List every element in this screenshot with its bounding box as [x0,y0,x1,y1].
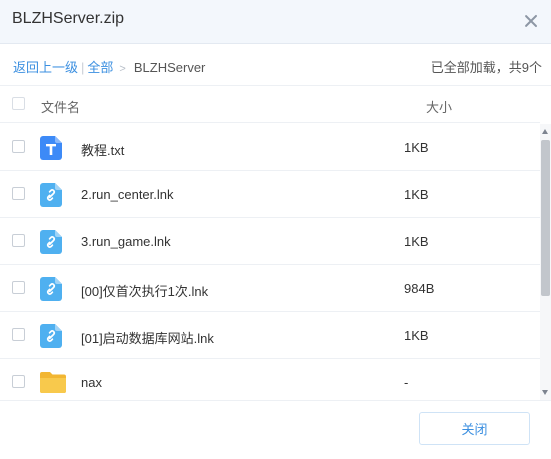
table-row[interactable]: 教程.txt 1KB [0,124,540,171]
file-name: [00]仅首次执行1次.lnk [81,284,209,299]
row-checkbox[interactable] [12,375,25,388]
row-checkbox[interactable] [12,328,25,341]
file-size: 1KB [404,140,429,155]
close-icon[interactable] [521,11,541,31]
column-header-name: 文件名 [41,100,81,115]
row-checkbox[interactable] [12,140,25,153]
breadcrumb-separator: | [81,60,85,75]
file-name: nax [81,375,102,390]
breadcrumb-current: BLZHServer [133,60,206,75]
close-button[interactable]: 关闭 [419,412,530,445]
back-link[interactable]: 返回上一级 [13,60,78,75]
breadcrumb-bar: 返回上一级 | 全部 > BLZHServer 已全部加载，共9个 [0,44,551,86]
table-row[interactable]: nax - [0,359,540,400]
all-link[interactable]: 全部 [87,60,113,75]
dialog-footer: 关闭 [0,400,551,459]
table-row[interactable]: [01]启动数据库网站.lnk 1KB [0,312,540,359]
column-header-size: 大小 [426,100,453,115]
breadcrumb: 返回上一级 | 全部 > BLZHServer [13,57,205,76]
title-bar: BLZHServer.zip [0,0,551,44]
file-name: 3.run_game.lnk [81,234,171,249]
file-size: 984B [404,281,435,296]
file-size: 1KB [404,328,429,343]
window-title: BLZHServer.zip [12,10,125,27]
folder-icon [40,371,66,396]
txt-file-icon [40,136,62,163]
file-list: 教程.txt 1KB 2.run_center.lnk 1KB 3.run_ga… [0,124,540,400]
table-row[interactable]: [00]仅首次执行1次.lnk 984B [0,265,540,312]
table-header: 文件名 大小 [0,86,540,123]
row-checkbox[interactable] [12,281,25,294]
table-row[interactable]: 2.run_center.lnk 1KB [0,171,540,218]
scroll-thumb[interactable] [541,140,550,296]
file-name: 2.run_center.lnk [81,187,174,202]
link-file-icon [40,277,62,304]
file-size: 1KB [404,187,429,202]
file-name: [01]启动数据库网站.lnk [81,331,214,346]
row-checkbox[interactable] [12,234,25,247]
vertical-scrollbar[interactable] [540,124,551,400]
row-checkbox[interactable] [12,187,25,200]
link-file-icon [40,324,62,351]
file-size: 1KB [404,234,429,249]
table-row[interactable]: 3.run_game.lnk 1KB [0,218,540,265]
scroll-down-icon[interactable] [542,390,548,395]
load-status: 已全部加载，共9个 [430,60,542,75]
link-file-icon [40,183,62,210]
file-size: - [404,375,409,390]
breadcrumb-arrow: > [119,63,126,75]
select-all-checkbox[interactable] [12,97,25,110]
link-file-icon [40,230,62,257]
file-name: 教程.txt [81,143,125,158]
scroll-up-icon[interactable] [542,129,548,134]
